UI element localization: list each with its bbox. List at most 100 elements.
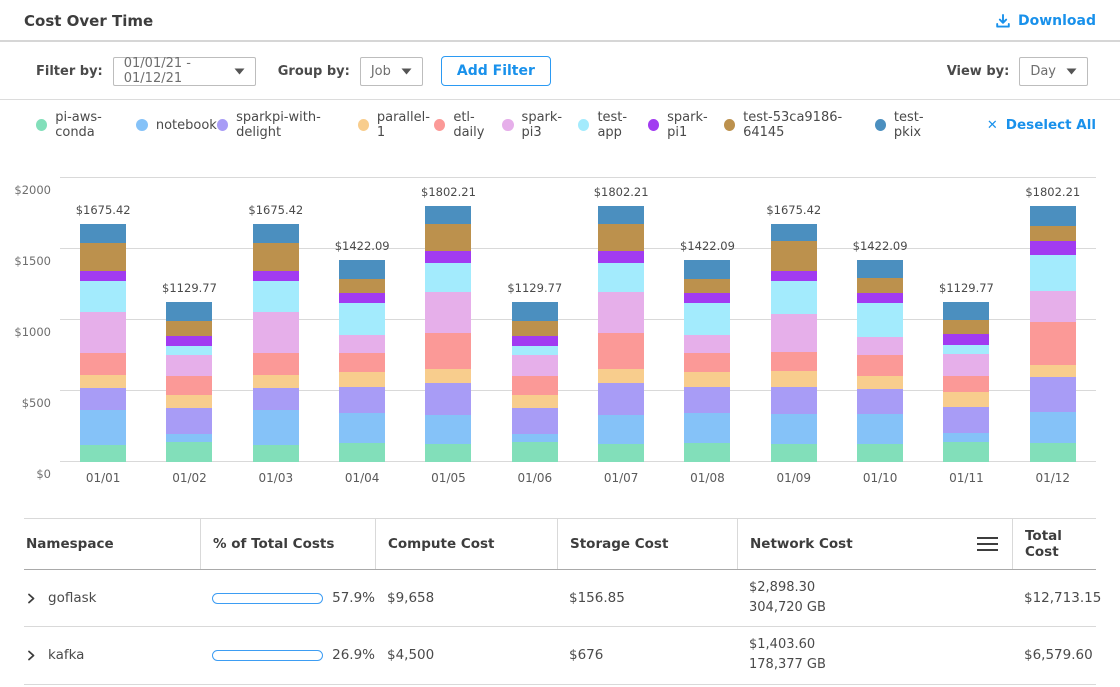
- bar-segment-spark-pi3[interactable]: [771, 314, 817, 352]
- bar-group-01/10[interactable]: $1422.09: [837, 178, 923, 462]
- bar-segment-test-app[interactable]: [80, 281, 126, 311]
- bar-segment-pi-aws-conda[interactable]: [253, 445, 299, 462]
- bar-segment-sparkpi-with-delight[interactable]: [1030, 377, 1076, 412]
- bar-segment-spark-pi1[interactable]: [684, 293, 730, 303]
- bar-group-01/12[interactable]: $1802.21: [1010, 178, 1096, 462]
- date-range-select[interactable]: 01/01/21 - 01/12/21: [113, 57, 256, 86]
- bar-segment-parallel-1[interactable]: [857, 376, 903, 390]
- bar-segment-sparkpi-with-delight[interactable]: [771, 387, 817, 414]
- bar-segment-etl-daily[interactable]: [253, 353, 299, 376]
- bar-segment-spark-pi1[interactable]: [339, 293, 385, 303]
- bar-group-01/09[interactable]: $1675.42: [751, 178, 837, 462]
- col-header-compute[interactable]: Compute Cost: [375, 519, 557, 569]
- stacked-bar[interactable]: [253, 178, 299, 462]
- bar-segment-sparkpi-with-delight[interactable]: [425, 383, 471, 416]
- bar-group-01/07[interactable]: $1802.21: [578, 178, 664, 462]
- bar-segment-sparkpi-with-delight[interactable]: [598, 383, 644, 416]
- bar-segment-test-app[interactable]: [512, 346, 558, 354]
- bar-segment-sparkpi-with-delight[interactable]: [512, 408, 558, 434]
- bar-segment-parallel-1[interactable]: [166, 395, 212, 409]
- bar-segment-notebook[interactable]: [339, 413, 385, 443]
- stacked-bar[interactable]: [943, 178, 989, 462]
- bar-segment-notebook[interactable]: [771, 414, 817, 444]
- bar-segment-test-pkix[interactable]: [771, 224, 817, 241]
- bar-segment-test-pkix[interactable]: [253, 224, 299, 243]
- bar-segment-test-53ca9186-64145[interactable]: [771, 241, 817, 271]
- bar-segment-spark-pi3[interactable]: [339, 335, 385, 352]
- bar-segment-parallel-1[interactable]: [512, 395, 558, 409]
- bar-segment-spark-pi1[interactable]: [512, 336, 558, 347]
- group-by-select[interactable]: Job: [360, 57, 423, 86]
- bar-segment-notebook[interactable]: [857, 414, 903, 444]
- bar-segment-test-53ca9186-64145[interactable]: [857, 278, 903, 293]
- bar-segment-spark-pi3[interactable]: [425, 292, 471, 333]
- bar-segment-test-53ca9186-64145[interactable]: [425, 224, 471, 252]
- col-header-total[interactable]: Total Cost: [1012, 519, 1096, 569]
- bar-segment-sparkpi-with-delight[interactable]: [80, 388, 126, 410]
- bar-segment-notebook[interactable]: [598, 415, 644, 444]
- bar-segment-spark-pi1[interactable]: [253, 271, 299, 281]
- legend-item-test-app[interactable]: test-app: [578, 110, 648, 140]
- bar-segment-spark-pi1[interactable]: [1030, 241, 1076, 255]
- col-header-storage[interactable]: Storage Cost: [557, 519, 737, 569]
- bar-group-01/04[interactable]: $1422.09: [319, 178, 405, 462]
- bar-segment-test-app[interactable]: [684, 303, 730, 336]
- bar-segment-spark-pi3[interactable]: [80, 312, 126, 353]
- bar-segment-test-app[interactable]: [425, 263, 471, 292]
- bar-segment-test-53ca9186-64145[interactable]: [166, 321, 212, 335]
- bar-segment-etl-daily[interactable]: [1030, 322, 1076, 365]
- bar-segment-etl-daily[interactable]: [512, 376, 558, 395]
- bar-segment-test-app[interactable]: [943, 345, 989, 354]
- bar-segment-test-53ca9186-64145[interactable]: [339, 279, 385, 293]
- bar-segment-notebook[interactable]: [80, 410, 126, 445]
- expand-chevron-icon[interactable]: [26, 650, 37, 661]
- bar-group-01/01[interactable]: $1675.42: [60, 178, 146, 462]
- bar-segment-test-53ca9186-64145[interactable]: [943, 320, 989, 334]
- bar-segment-spark-pi3[interactable]: [1030, 291, 1076, 323]
- bar-segment-notebook[interactable]: [512, 434, 558, 442]
- bar-segment-test-53ca9186-64145[interactable]: [1030, 226, 1076, 241]
- bar-segment-sparkpi-with-delight[interactable]: [253, 388, 299, 410]
- bar-segment-test-app[interactable]: [1030, 255, 1076, 291]
- bar-segment-notebook[interactable]: [253, 410, 299, 445]
- bar-segment-sparkpi-with-delight[interactable]: [857, 389, 903, 413]
- bar-segment-pi-aws-conda[interactable]: [598, 444, 644, 462]
- col-header-network[interactable]: Network Cost: [737, 519, 1012, 569]
- bar-group-01/11[interactable]: $1129.77: [923, 178, 1009, 462]
- bar-segment-spark-pi3[interactable]: [943, 354, 989, 377]
- bar-segment-test-app[interactable]: [253, 281, 299, 311]
- bar-segment-pi-aws-conda[interactable]: [684, 443, 730, 462]
- legend-item-pi-aws-conda[interactable]: pi-aws-conda: [36, 110, 136, 140]
- bar-segment-sparkpi-with-delight[interactable]: [943, 407, 989, 433]
- bar-segment-test-pkix[interactable]: [943, 302, 989, 321]
- bar-segment-test-53ca9186-64145[interactable]: [512, 321, 558, 335]
- legend-item-etl-daily[interactable]: etl-daily: [434, 110, 502, 140]
- bar-segment-test-app[interactable]: [339, 303, 385, 336]
- col-header-namespace[interactable]: Namespace: [24, 519, 200, 569]
- stacked-bar[interactable]: [80, 178, 126, 462]
- stacked-bar[interactable]: [425, 178, 471, 462]
- bar-segment-parallel-1[interactable]: [684, 372, 730, 386]
- bar-segment-parallel-1[interactable]: [598, 369, 644, 383]
- bar-segment-pi-aws-conda[interactable]: [166, 442, 212, 462]
- bar-segment-pi-aws-conda[interactable]: [80, 445, 126, 462]
- bar-segment-spark-pi3[interactable]: [253, 312, 299, 353]
- table-row[interactable]: kafka 26.9% $4,500 $676 $1,403.60 178,37…: [24, 627, 1096, 684]
- bar-segment-etl-daily[interactable]: [684, 353, 730, 372]
- bar-segment-test-53ca9186-64145[interactable]: [598, 224, 644, 252]
- bar-segment-notebook[interactable]: [684, 413, 730, 443]
- bar-segment-pi-aws-conda[interactable]: [771, 444, 817, 462]
- bar-segment-pi-aws-conda[interactable]: [512, 442, 558, 462]
- bar-segment-etl-daily[interactable]: [857, 355, 903, 376]
- stacked-bar[interactable]: [771, 178, 817, 462]
- bar-segment-pi-aws-conda[interactable]: [1030, 443, 1076, 462]
- bar-segment-test-pkix[interactable]: [684, 260, 730, 279]
- bar-segment-test-pkix[interactable]: [598, 206, 644, 224]
- legend-item-test-53ca9186-64145[interactable]: test-53ca9186-64145: [724, 110, 875, 140]
- bar-segment-test-pkix[interactable]: [80, 224, 126, 243]
- bar-segment-spark-pi1[interactable]: [80, 271, 126, 281]
- stacked-bar[interactable]: [1030, 178, 1076, 462]
- bar-segment-parallel-1[interactable]: [771, 371, 817, 387]
- bar-segment-spark-pi1[interactable]: [598, 251, 644, 263]
- bar-segment-spark-pi1[interactable]: [771, 271, 817, 281]
